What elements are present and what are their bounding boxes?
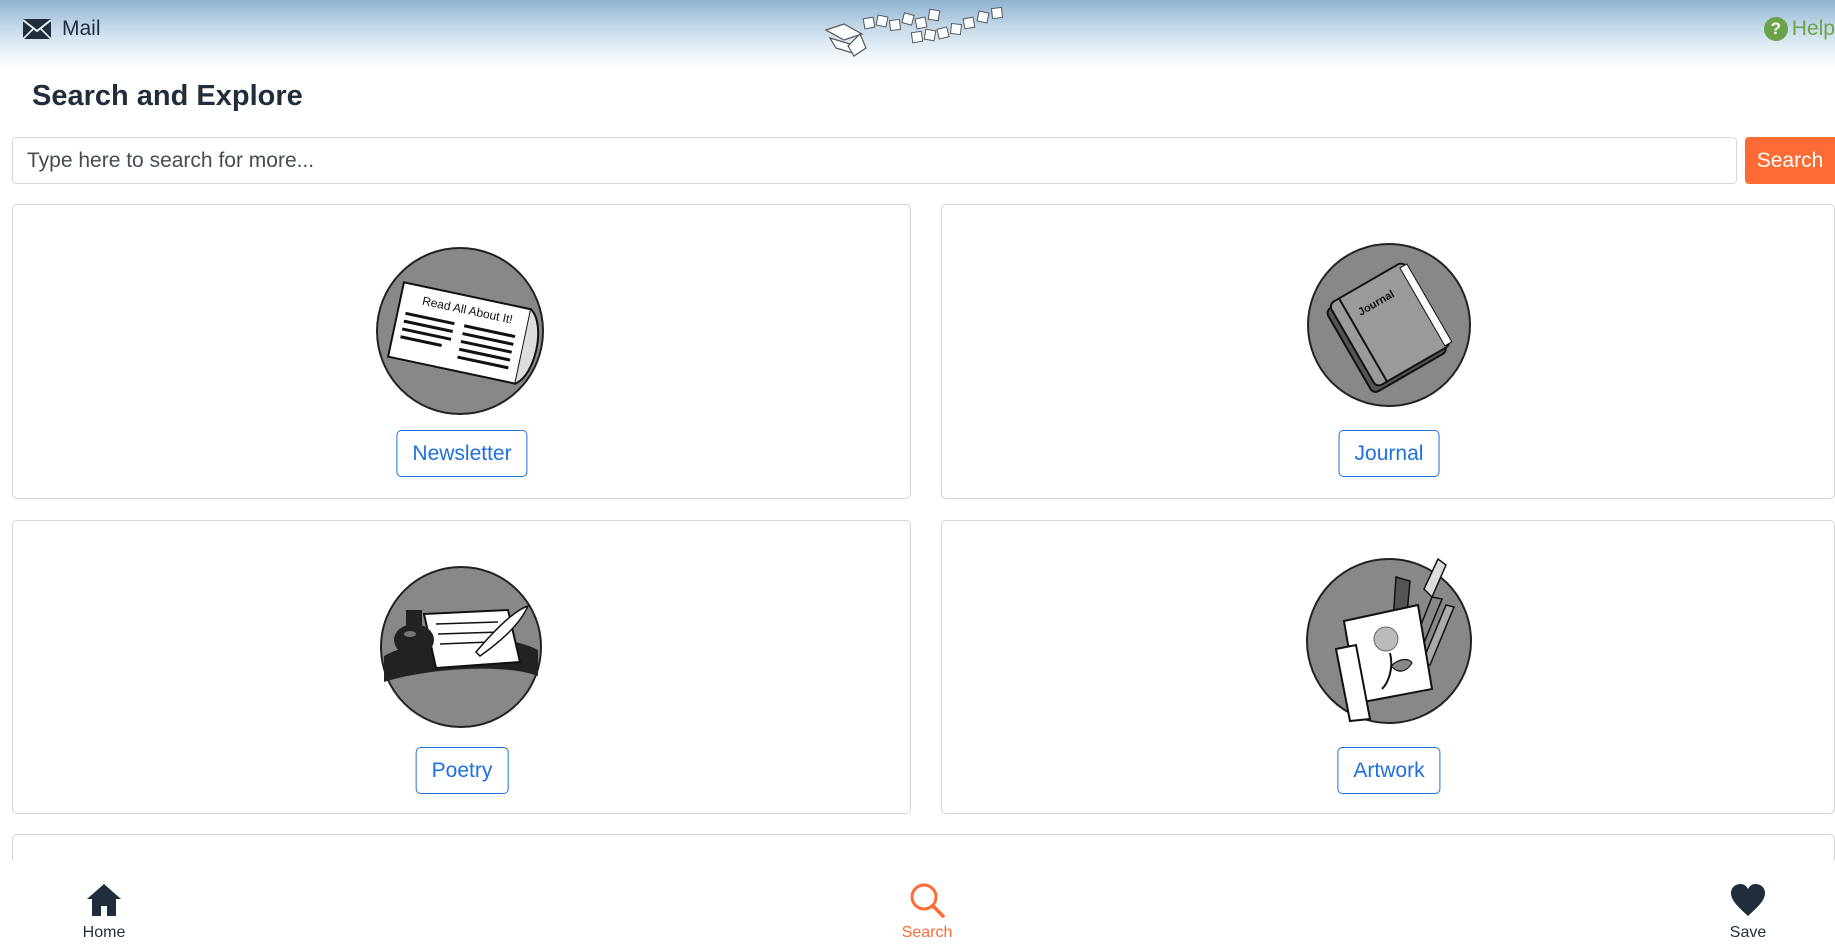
question-circle-icon: ?: [1763, 17, 1788, 41]
site-logo[interactable]: [822, 4, 1018, 60]
nav-home[interactable]: Home: [44, 882, 164, 942]
artwork-button[interactable]: Artwork: [1337, 747, 1441, 794]
category-card-newsletter: Read All About It! Newsletter: [12, 204, 911, 499]
category-card-journal: Journal Journal: [941, 204, 1835, 499]
page-title: Search and Explore: [32, 80, 303, 112]
search-icon: [910, 883, 945, 918]
mail-link[interactable]: Mail: [22, 17, 101, 41]
journal-book-icon[interactable]: Journal: [1307, 243, 1471, 407]
search-button[interactable]: Search: [1745, 137, 1835, 184]
category-card-artwork: Artwork: [941, 520, 1835, 814]
mail-label: Mail: [62, 17, 101, 40]
category-card-poetry: Poetry: [12, 520, 911, 814]
envelope-icon: [22, 19, 52, 40]
newsletter-button[interactable]: Newsletter: [396, 430, 528, 477]
nav-save[interactable]: Save: [1688, 882, 1808, 942]
quill-ink-icon[interactable]: [380, 566, 542, 728]
help-link[interactable]: ? Help: [1763, 17, 1835, 41]
top-bar: Mail ? Help: [0, 0, 1835, 70]
bottom-nav: Home Search Save: [0, 860, 1835, 951]
home-icon: [87, 884, 121, 916]
poetry-button[interactable]: Poetry: [415, 747, 509, 794]
nav-search-label: Search: [901, 924, 953, 941]
heart-icon: [1731, 884, 1765, 916]
search-input[interactable]: [12, 137, 1737, 184]
newspaper-icon[interactable]: Read All About It!: [375, 247, 545, 415]
nav-search[interactable]: Search: [867, 882, 987, 942]
journal-button[interactable]: Journal: [1338, 430, 1440, 477]
nav-save-label: Save: [1729, 924, 1767, 941]
nav-home-label: Home: [82, 924, 126, 941]
paintbrush-art-icon[interactable]: [1306, 549, 1476, 725]
help-label: Help: [1791, 17, 1835, 40]
